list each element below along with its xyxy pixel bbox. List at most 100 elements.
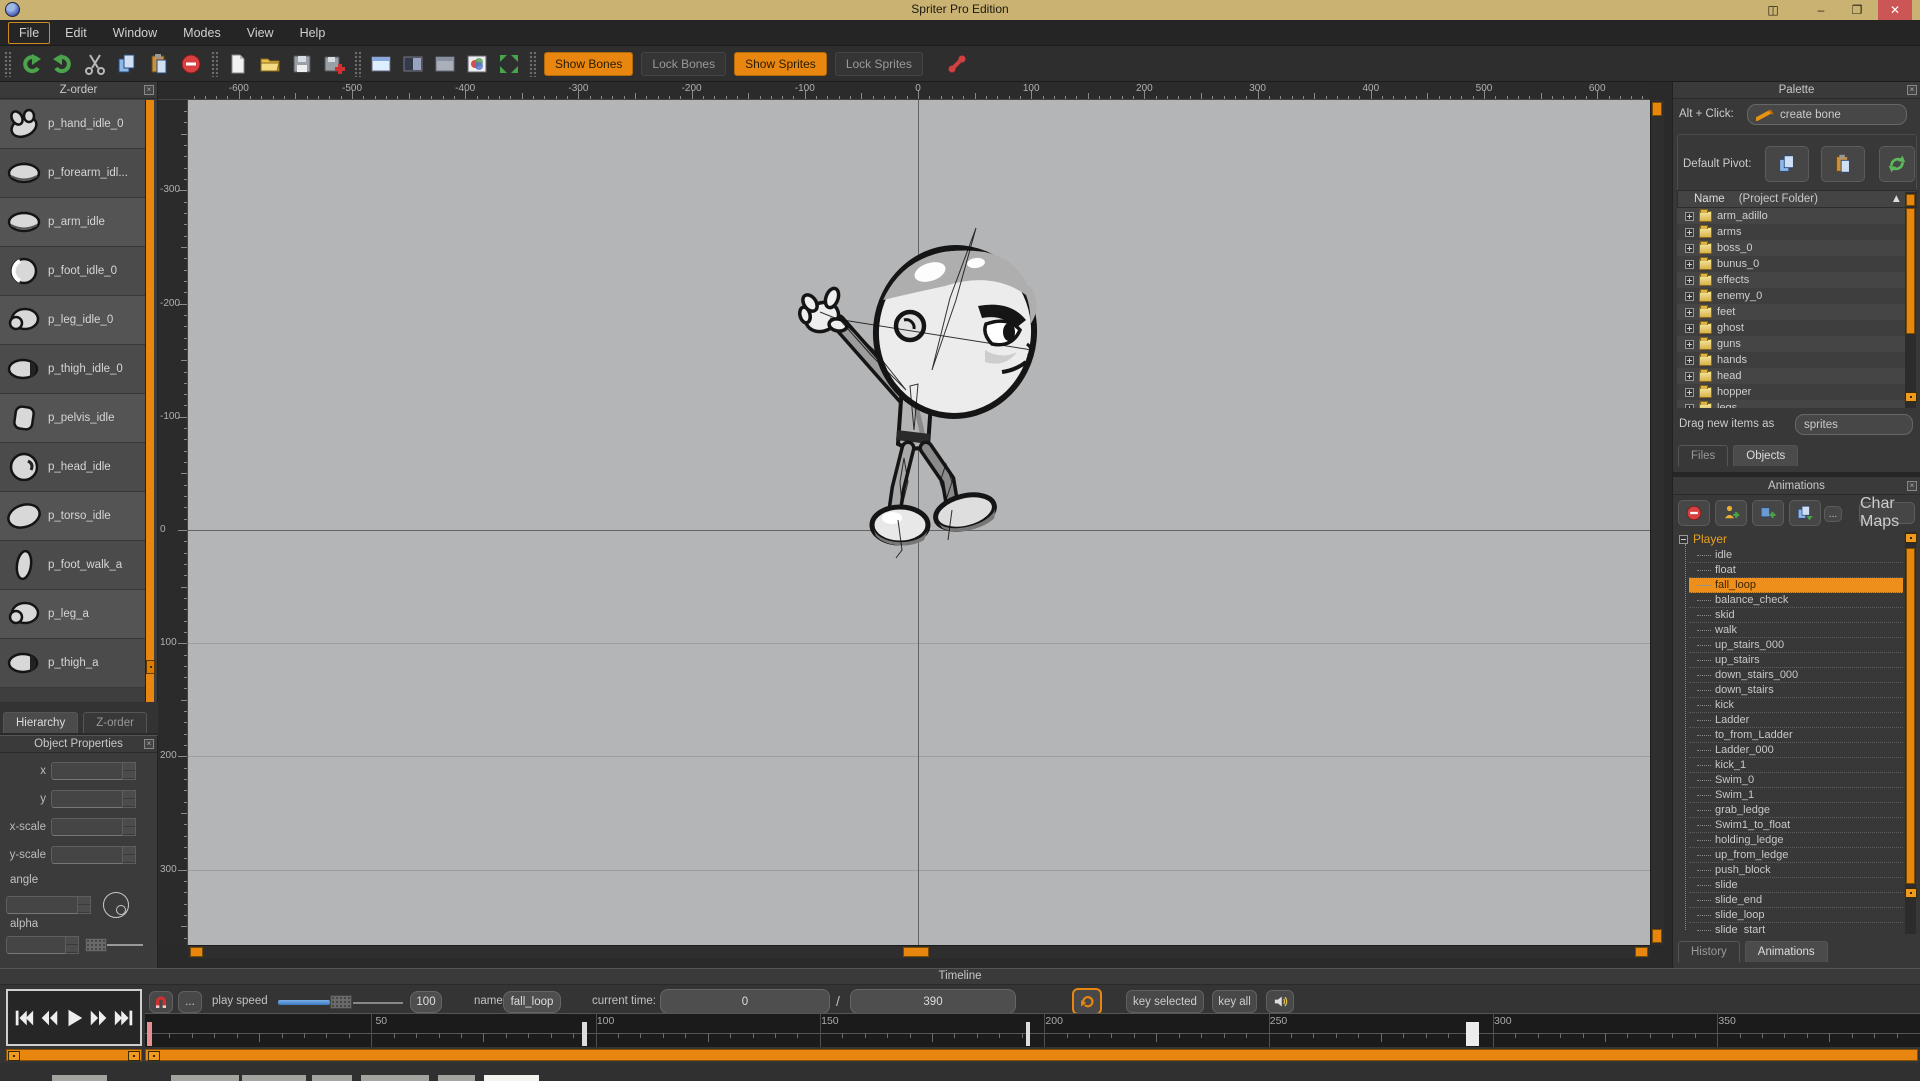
- property-stepper-x-scale[interactable]: [123, 818, 136, 836]
- maximize-button[interactable]: ❐: [1842, 0, 1872, 20]
- collapse-box-icon[interactable]: [1679, 535, 1688, 544]
- zorder-item-p-leg-a[interactable]: p_leg_a: [0, 590, 145, 639]
- character-sprite[interactable]: [780, 220, 1080, 560]
- menu-item-window[interactable]: Window: [102, 22, 168, 44]
- animations-scrollbar[interactable]: [1905, 532, 1916, 934]
- refresh-pivot-button[interactable]: [1879, 146, 1915, 182]
- new-file-button[interactable]: [222, 50, 254, 78]
- animation-item-kick-1[interactable]: kick_1: [1689, 758, 1903, 773]
- animation-root[interactable]: Player: [1679, 532, 1727, 546]
- folder-item-ghost[interactable]: ghost: [1677, 320, 1905, 336]
- menu-item-file[interactable]: File: [8, 22, 50, 44]
- play-speed-slider-handle[interactable]: [330, 995, 352, 1009]
- copy-button[interactable]: [111, 50, 143, 78]
- skip-end-icon[interactable]: [113, 1006, 135, 1030]
- panel-detach-icon[interactable]: ×: [144, 85, 154, 95]
- zorder-item-p-torso-idle[interactable]: p_torso_idle: [0, 492, 145, 541]
- timeline-more-button[interactable]: ...: [178, 991, 202, 1013]
- bone-tool-button[interactable]: [941, 50, 973, 78]
- palette-tab-objects[interactable]: Objects: [1733, 445, 1798, 466]
- folder-item-arms[interactable]: arms: [1677, 224, 1905, 240]
- duplicate-animation-button[interactable]: [1789, 500, 1821, 526]
- alpha-slider-handle[interactable]: [85, 938, 107, 952]
- expand-plus-icon[interactable]: [1685, 276, 1694, 285]
- zorder-scrollbar[interactable]: [145, 100, 154, 702]
- property-stepper-x[interactable]: [123, 762, 136, 780]
- undo-button[interactable]: [15, 50, 47, 78]
- toggle-lock-bones[interactable]: Lock Bones: [641, 52, 726, 76]
- key-selected-button[interactable]: key selected: [1126, 990, 1204, 1013]
- window-gray-view-button[interactable]: [429, 50, 461, 78]
- delete-button[interactable]: [175, 50, 207, 78]
- animation-item-swim-0[interactable]: Swim_0: [1689, 773, 1903, 788]
- menu-item-modes[interactable]: Modes: [172, 22, 232, 44]
- zorder-item-p-head-idle[interactable]: p_head_idle: [0, 443, 145, 492]
- animation-item-idle[interactable]: idle: [1689, 548, 1903, 563]
- zorder-item-p-leg-idle-0[interactable]: p_leg_idle_0: [0, 296, 145, 345]
- folder-item-effects[interactable]: effects: [1677, 272, 1905, 288]
- animation-item-down-stairs[interactable]: down_stairs: [1689, 683, 1903, 698]
- window-view-button[interactable]: [365, 50, 397, 78]
- duration-field[interactable]: 390: [850, 989, 1016, 1014]
- copy-pivot-button[interactable]: [1765, 146, 1809, 182]
- skip-start-icon[interactable]: [13, 1006, 35, 1030]
- animation-item-balance-check[interactable]: balance_check: [1689, 593, 1903, 608]
- expand-plus-icon[interactable]: [1685, 244, 1694, 253]
- animation-item-slide[interactable]: slide: [1689, 878, 1903, 893]
- window-dark-view-button[interactable]: [397, 50, 429, 78]
- animation-item-slide-loop[interactable]: slide_loop: [1689, 908, 1903, 923]
- angle-input[interactable]: [6, 896, 78, 914]
- animation-item-swim1-to-float[interactable]: Swim1_to_float: [1689, 818, 1903, 833]
- expand-plus-icon[interactable]: [1685, 356, 1694, 365]
- keyframe-marker[interactable]: [1466, 1022, 1479, 1046]
- folder-item-enemy-0[interactable]: enemy_0: [1677, 288, 1905, 304]
- toggle-lock-sprites[interactable]: Lock Sprites: [835, 52, 923, 76]
- expand-plus-icon[interactable]: [1685, 324, 1694, 333]
- canvas-horizontal-scrollbar[interactable]: [188, 945, 1650, 958]
- save-plus-button[interactable]: [318, 50, 350, 78]
- add-animation-button[interactable]: [1752, 500, 1784, 526]
- folder-item-hands[interactable]: hands: [1677, 352, 1905, 368]
- zorder-item-p-thigh-idle-0[interactable]: p_thigh_idle_0: [0, 345, 145, 394]
- zorder-item-p-foot-walk-a[interactable]: p_foot_walk_a: [0, 541, 145, 590]
- folder-scrollbar[interactable]: [1905, 192, 1916, 408]
- animation-item-grab-ledge[interactable]: grab_ledge: [1689, 803, 1903, 818]
- sound-button[interactable]: [1266, 990, 1294, 1013]
- menu-item-help[interactable]: Help: [289, 22, 337, 44]
- snap-button[interactable]: [149, 991, 173, 1013]
- canvas-vertical-scrollbar[interactable]: [1650, 100, 1664, 945]
- keyframe-marker[interactable]: [582, 1022, 587, 1046]
- animation-item-down-stairs-000[interactable]: down_stairs_000: [1689, 668, 1903, 683]
- current-time-field[interactable]: 0: [660, 989, 830, 1014]
- timeline-scrollbar[interactable]: [145, 1049, 1918, 1061]
- animation-item-to-from-ladder[interactable]: to_from_Ladder: [1689, 728, 1903, 743]
- char-maps-button[interactable]: Char Maps: [1859, 502, 1915, 524]
- timeline-ruler[interactable]: 50100150200250300350: [145, 1013, 1920, 1047]
- expand-plus-icon[interactable]: [1685, 228, 1694, 237]
- play-speed-slider-track[interactable]: [353, 1002, 403, 1004]
- color-view-button[interactable]: [461, 50, 493, 78]
- panel-detach-icon[interactable]: ×: [1907, 481, 1917, 491]
- play-speed-value[interactable]: 100: [410, 991, 442, 1013]
- zorder-item-p-foot-idle-0[interactable]: p_foot_idle_0: [0, 247, 145, 296]
- paste-pivot-button[interactable]: [1821, 146, 1865, 182]
- keyframe-marker[interactable]: [147, 1022, 152, 1046]
- more-animations-button[interactable]: ...: [1824, 506, 1842, 522]
- keyframe-marker[interactable]: [1026, 1022, 1030, 1046]
- folder-item-guns[interactable]: guns: [1677, 336, 1905, 352]
- alpha-input[interactable]: [6, 936, 66, 954]
- folder-list-header[interactable]: Name (Project Folder) ▲: [1677, 190, 1917, 208]
- paste-button[interactable]: [143, 50, 175, 78]
- animations-tab-animations[interactable]: Animations: [1745, 941, 1828, 962]
- animation-item-slide-start[interactable]: slide_start: [1689, 923, 1903, 934]
- animation-item-swim-1[interactable]: Swim_1: [1689, 788, 1903, 803]
- panel-detach-icon[interactable]: ×: [144, 739, 154, 749]
- add-entity-button[interactable]: [1715, 500, 1747, 526]
- key-all-button[interactable]: key all: [1212, 990, 1257, 1013]
- save-button[interactable]: [286, 50, 318, 78]
- minimize-button[interactable]: –: [1806, 0, 1836, 20]
- folder-item-head[interactable]: head: [1677, 368, 1905, 384]
- expand-plus-icon[interactable]: [1685, 404, 1694, 409]
- zorder-item-p-hand-idle-0[interactable]: p_hand_idle_0: [0, 100, 145, 149]
- alpha-slider-track[interactable]: [107, 944, 143, 946]
